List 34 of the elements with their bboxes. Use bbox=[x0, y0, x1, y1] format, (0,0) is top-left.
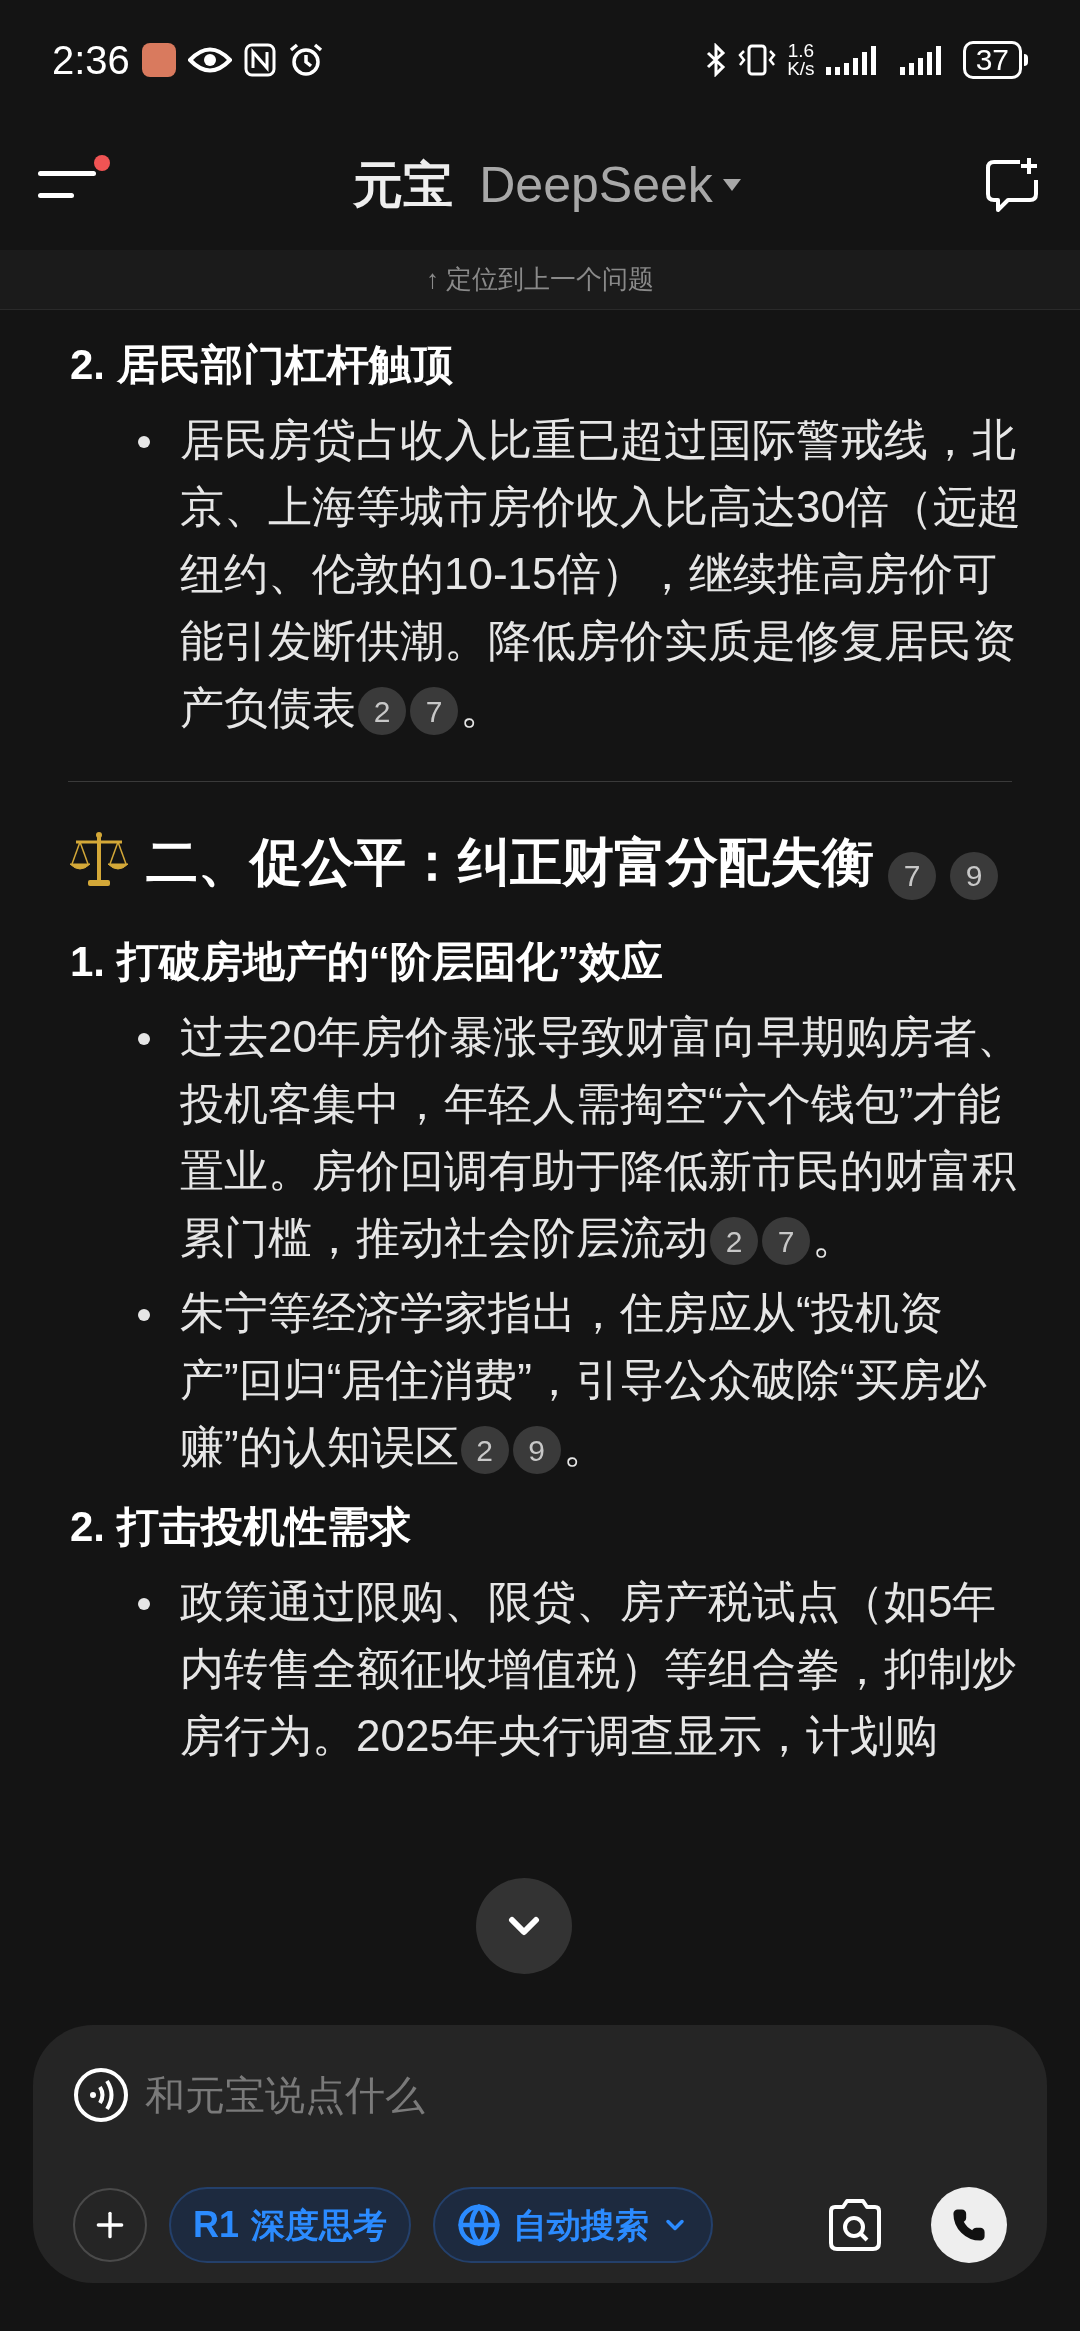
voice-icon[interactable] bbox=[73, 2067, 129, 2123]
numbered-heading: 2. 居民部门杠杆触顶 bbox=[70, 340, 454, 390]
battery-level: 37 bbox=[962, 41, 1022, 79]
alarm-icon bbox=[287, 42, 324, 78]
eye-icon bbox=[187, 45, 232, 75]
numbered-heading: 1. 打破房地产的“阶层固化”效应 bbox=[70, 937, 664, 987]
mode-chip[interactable]: 自动搜索 bbox=[433, 2187, 714, 2263]
globe-icon bbox=[457, 2203, 502, 2247]
bullet-text: 居民房贷占收入比重已超过国际警戒线，北京、上海等城市房价收入比高达30倍（远超纽约、伦敦的10-15倍），继续推高房价可能引发断供潮。降低房价实质是修复居民资产负债表 2 7 。 bbox=[180, 406, 1040, 741]
citation-badge[interactable]: 9 bbox=[950, 851, 998, 900]
app-notification-icon bbox=[141, 43, 176, 77]
network-speed-value: 1.6 bbox=[787, 42, 815, 60]
nfc-icon bbox=[243, 43, 276, 77]
caret-icon bbox=[722, 179, 741, 191]
clock: 2:36 bbox=[52, 37, 130, 84]
numbered-heading: 2. 打击投机性需求 bbox=[70, 1502, 412, 1552]
message-input[interactable]: 和元宝说点什么 bbox=[145, 2065, 1007, 2125]
app-title: 元宝 bbox=[353, 155, 454, 215]
bullet-text: 政策通过限购、限贷、房产税试点（如5年内转售全额征收增值税）等组合拳，抑制炒房行为。2025年央行调查显示，计划购 bbox=[180, 1576, 1017, 1762]
section-heading: 二、促公平：纠正财富分配失衡 bbox=[146, 833, 874, 891]
mode-chip[interactable]: R1 深度思考 bbox=[169, 2187, 412, 2263]
battery-tip-icon bbox=[1024, 54, 1028, 66]
vibrate-icon bbox=[737, 43, 778, 77]
citation-badge[interactable]: 7 bbox=[888, 851, 936, 900]
phone-icon bbox=[952, 2208, 986, 2242]
bullet-text: 过去20年房价暴涨导致财富向早期购房者、投机客集中，年轻人需掏空“六个钱包”才能置业。房价回调有助于降低新市民的财富积累门槛，推动社会阶层流动 2 7 。 bbox=[180, 1003, 1040, 1271]
model-selector[interactable]: DeepSeek bbox=[479, 147, 741, 223]
bullet-text: 朱宁等经济学家指出，住房应从“投机资产”回归“居住消费”，引导公众破除“买房必赚”的认知误区 2 9 。 bbox=[180, 1279, 1040, 1480]
jump-to-previous-question-bar[interactable]: ↑ 定位到上一个问题 bbox=[0, 250, 1080, 310]
menu-button[interactable] bbox=[38, 169, 96, 201]
bluetooth-icon bbox=[705, 43, 728, 77]
network-speed-unit: K/s bbox=[787, 60, 815, 78]
r1-label: R1 bbox=[193, 2203, 240, 2247]
add-button[interactable] bbox=[73, 2188, 147, 2262]
